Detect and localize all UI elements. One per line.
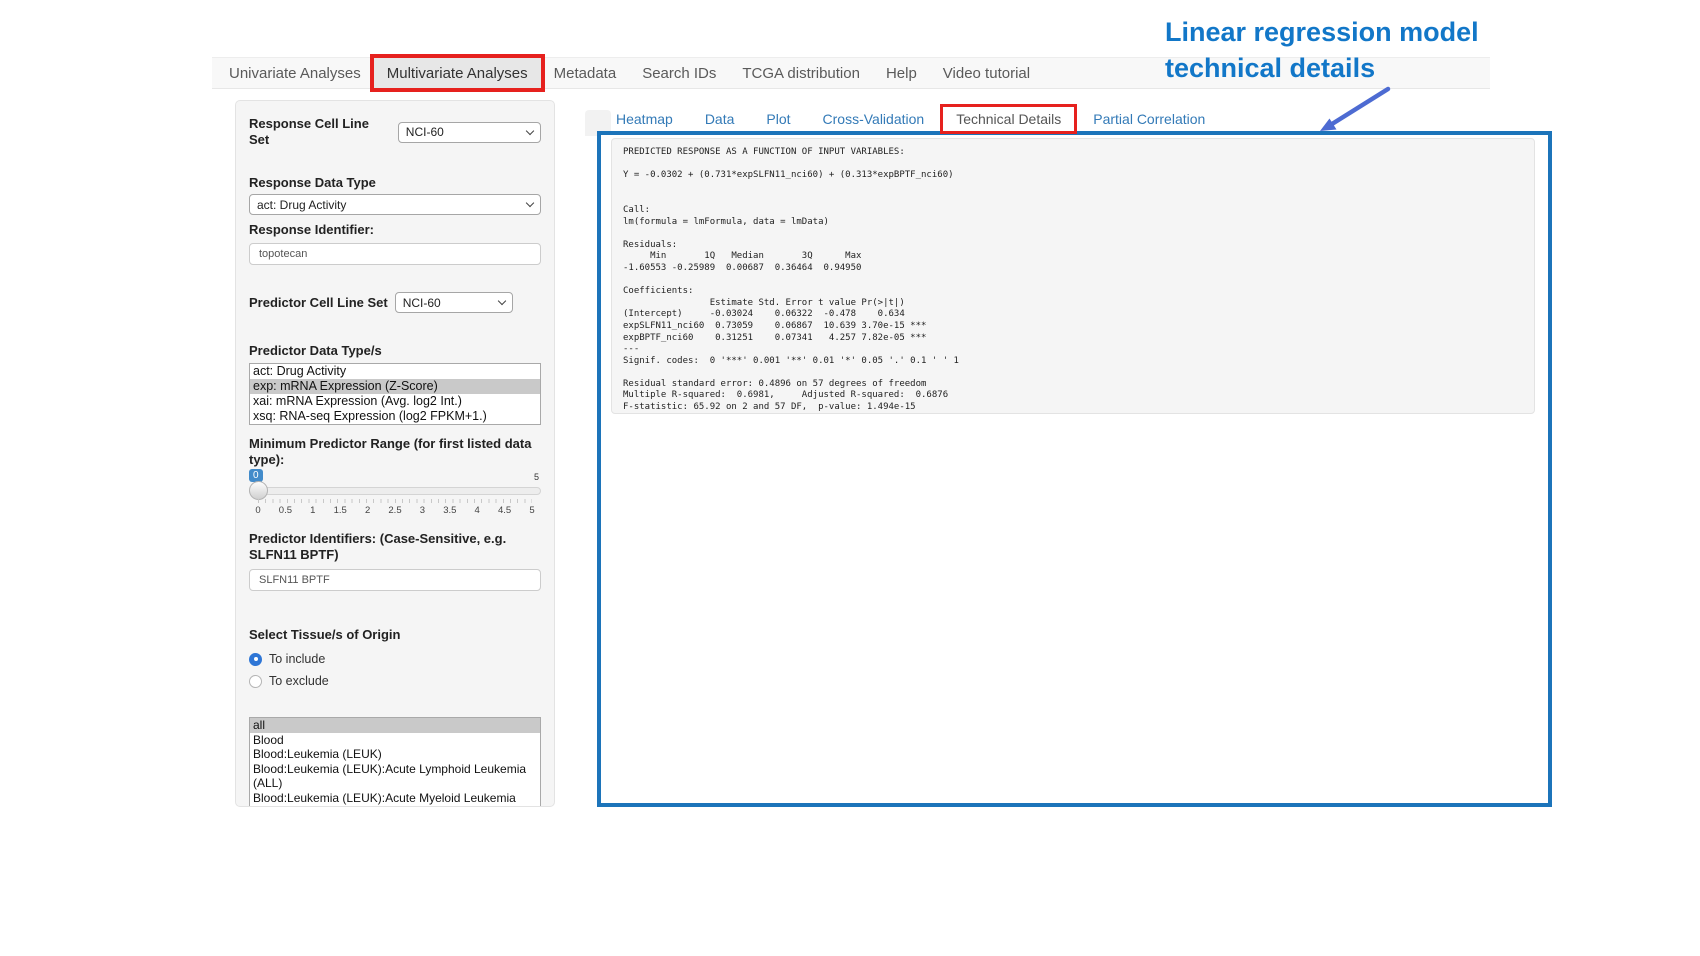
tab-cross-validation[interactable]: Cross-Validation — [807, 104, 941, 134]
slider-track[interactable] — [249, 487, 541, 495]
list-item-selected[interactable]: all — [250, 718, 540, 733]
list-item[interactable]: Blood:Leukemia (LEUK):Acute Lymphoid Leu… — [250, 762, 540, 791]
list-item[interactable]: act: Drug Activity — [250, 364, 540, 379]
tick-label: 1.5 — [334, 505, 347, 516]
tick-label: 1 — [310, 505, 315, 516]
tissue-origin-label: Select Tissue/s of Origin — [249, 627, 541, 643]
list-item[interactable]: xsq: RNA-seq Expression (log2 FPKM+1.) — [250, 409, 540, 424]
radio-to-include[interactable]: To include — [249, 652, 541, 666]
slider-handle[interactable] — [249, 481, 268, 500]
annotation-heading: Linear regression model technical detail… — [1165, 14, 1479, 86]
chevron-down-icon — [526, 126, 534, 134]
tab-partial-correlation[interactable]: Partial Correlation — [1077, 104, 1221, 134]
response-data-type-label: Response Data Type — [249, 175, 541, 191]
slider-tick-marks — [258, 499, 532, 503]
tab-technical-details[interactable]: Technical Details — [940, 104, 1077, 134]
response-data-type-value: act: Drug Activity — [257, 198, 346, 212]
response-data-type-select[interactable]: act: Drug Activity — [249, 194, 541, 215]
chevron-down-icon — [526, 199, 534, 207]
response-cell-line-set-label: Response Cell Line Set — [249, 116, 391, 148]
nav-item-help[interactable]: Help — [873, 58, 930, 88]
slider-max-label: 5 — [534, 472, 539, 482]
tab-heatmap[interactable]: Heatmap — [600, 104, 689, 134]
nav-item-metadata[interactable]: Metadata — [541, 58, 630, 88]
predictor-cell-line-set-select[interactable]: NCI-60 — [395, 292, 513, 313]
nav-item-tcga-distribution[interactable]: TCGA distribution — [729, 58, 873, 88]
nav-item-multivariate-analyses[interactable]: Multivariate Analyses — [374, 58, 541, 88]
annotation-heading-line1: Linear regression model — [1165, 14, 1479, 50]
min-predictor-range-label: Minimum Predictor Range (for first liste… — [249, 436, 541, 468]
radio-unchecked-icon — [249, 675, 262, 688]
result-tabs: Heatmap Data Plot Cross-Validation Techn… — [600, 103, 1221, 135]
slider-tick-labels: 0 0.5 1 1.5 2 2.5 3 3.5 4 4.5 5 — [258, 505, 532, 517]
tick-label: 3 — [420, 505, 425, 516]
radio-to-exclude[interactable]: To exclude — [249, 674, 541, 688]
predictor-cell-line-set-label: Predictor Cell Line Set — [249, 295, 388, 311]
regression-model-output: PREDICTED RESPONSE AS A FUNCTION OF INPU… — [611, 138, 1535, 414]
tick-label: 3.5 — [443, 505, 456, 516]
tick-label: 0.5 — [279, 505, 292, 516]
tick-label: 4.5 — [498, 505, 511, 516]
technical-details-panel: PREDICTED RESPONSE AS A FUNCTION OF INPU… — [597, 131, 1552, 807]
annotation-arrow-icon — [1308, 84, 1398, 139]
slider-value-badge: 0 — [249, 469, 263, 482]
predictor-data-types-listbox: act: Drug Activity exp: mRNA Expression … — [249, 363, 541, 425]
tick-label: 0 — [255, 505, 260, 516]
response-identifier-label: Response Identifier: — [249, 222, 541, 238]
radio-checked-icon — [249, 653, 262, 666]
sidebar-controls-panel: Response Cell Line Set NCI-60 Response D… — [235, 100, 555, 807]
list-item-selected[interactable]: exp: mRNA Expression (Z-Score) — [250, 379, 540, 394]
nav-item-univariate-analyses[interactable]: Univariate Analyses — [216, 58, 374, 88]
response-identifier-input[interactable] — [249, 243, 541, 265]
tick-label: 4 — [475, 505, 480, 516]
predictor-data-types-label: Predictor Data Type/s — [249, 343, 541, 359]
tick-label: 5 — [529, 505, 534, 516]
tab-data[interactable]: Data — [689, 104, 751, 134]
page: Univariate Analyses Multivariate Analyse… — [0, 0, 1700, 956]
radio-to-exclude-label: To exclude — [269, 674, 329, 688]
tick-label: 2.5 — [388, 505, 401, 516]
tick-label: 2 — [365, 505, 370, 516]
list-item[interactable]: Blood:Leukemia (LEUK) — [250, 747, 540, 762]
nav-item-search-ids[interactable]: Search IDs — [629, 58, 729, 88]
radio-to-include-label: To include — [269, 652, 325, 666]
tissue-origin-listbox: all Blood Blood:Leukemia (LEUK) Blood:Le… — [249, 717, 541, 807]
predictor-identifiers-input[interactable] — [249, 569, 541, 591]
list-item[interactable]: Blood — [250, 733, 540, 748]
chevron-down-icon — [497, 297, 505, 305]
list-item[interactable]: xai: mRNA Expression (Avg. log2 Int.) — [250, 394, 540, 409]
list-item[interactable]: Blood:Leukemia (LEUK):Acute Myeloid Leuk… — [250, 791, 540, 808]
predictor-identifiers-label: Predictor Identifiers: (Case-Sensitive, … — [249, 531, 541, 563]
tab-plot[interactable]: Plot — [750, 104, 806, 134]
predictor-cell-line-set-value: NCI-60 — [403, 296, 441, 310]
response-cell-line-set-value: NCI-60 — [406, 125, 444, 139]
min-predictor-range-slider: 0 5 0 0.5 1 1.5 2 2.5 3 3.5 4 4.5 5 — [249, 469, 541, 519]
nav-item-video-tutorial[interactable]: Video tutorial — [930, 58, 1043, 88]
response-cell-line-set-select[interactable]: NCI-60 — [398, 122, 541, 143]
annotation-heading-line2: technical details — [1165, 50, 1479, 86]
